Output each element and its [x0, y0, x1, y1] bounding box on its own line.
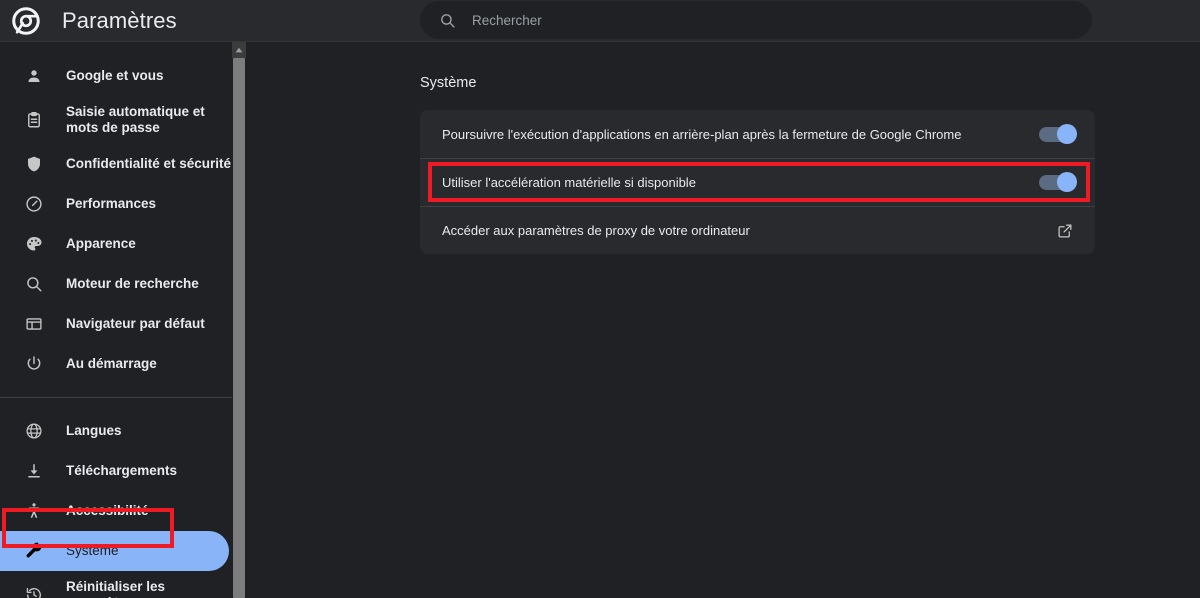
scrollbar-thumb[interactable] [233, 58, 245, 598]
search-icon [24, 274, 44, 294]
app-header: Paramètres [0, 0, 1200, 42]
settings-window: Paramètres Google et vous [0, 0, 1200, 598]
sidebar-item-reinitialiser[interactable]: Réinitialiser les paramètres [0, 571, 232, 598]
section-title: Système [420, 75, 477, 91]
open-in-new-icon[interactable] [1055, 221, 1075, 241]
sidebar-item-label: Performances [66, 196, 157, 211]
search-icon [438, 11, 456, 29]
person-icon [24, 66, 44, 86]
setting-row-proxy-settings[interactable]: Accéder aux paramètres de proxy de votre… [420, 206, 1095, 254]
sidebar-nav: Google et vous Saisie automatique et mot… [0, 42, 232, 598]
sidebar-item-accessibilite[interactable]: Accessibilité [0, 491, 232, 531]
setting-row-hardware-acceleration[interactable]: Utiliser l'accélération matérielle si di… [420, 158, 1095, 206]
sidebar-item-label: Accessibilité [66, 503, 149, 518]
power-icon [24, 354, 44, 374]
page-title: Paramètres [62, 8, 177, 33]
gauge-icon [24, 194, 44, 214]
sidebar-item-label: Système [66, 543, 119, 558]
sidebar-item-label: Langues [66, 423, 122, 438]
sidebar-item-label: Apparence [66, 236, 136, 251]
sidebar-item-label: Navigateur par défaut [66, 316, 205, 331]
sidebar-item-confidentialite[interactable]: Confidentialité et sécurité [0, 144, 232, 184]
browser-window-icon [24, 314, 44, 334]
shield-icon [24, 154, 44, 174]
settings-card: Poursuivre l'exécution d'applications en… [420, 110, 1095, 254]
toggle-knob [1057, 123, 1077, 144]
setting-label: Accéder aux paramètres de proxy de votre… [442, 223, 750, 238]
sidebar-item-label: Confidentialité et sécurité [66, 156, 232, 171]
sidebar-item-performances[interactable]: Performances [0, 184, 232, 224]
sidebar-item-saisie-automatique[interactable]: Saisie automatique et mots de passe [0, 96, 232, 144]
sidebar-item-telechargements[interactable]: Téléchargements [0, 451, 232, 491]
setting-label: Utiliser l'accélération matérielle si di… [442, 175, 696, 190]
download-icon [24, 461, 44, 481]
toggle-hardware-acceleration[interactable] [1039, 172, 1077, 192]
search-bar[interactable] [420, 1, 1092, 39]
sidebar-item-systeme[interactable]: Système [0, 531, 229, 571]
wrench-icon [24, 541, 44, 561]
accessibility-icon [24, 501, 44, 521]
sidebar-item-label: Google et vous [66, 68, 164, 83]
toggle-knob [1057, 172, 1077, 192]
toggle-background-apps[interactable] [1039, 123, 1077, 144]
sidebar-item-label: Au démarrage [66, 356, 157, 371]
sidebar-item-langues[interactable]: Langues [0, 411, 232, 451]
sidebar-item-label: Moteur de recherche [66, 276, 199, 291]
sidebar-divider [0, 397, 232, 398]
sidebar-item-apparence[interactable]: Apparence [0, 224, 232, 264]
sidebar-item-label: Saisie automatique et mots de passe [66, 104, 205, 135]
scroll-up-button[interactable] [232, 42, 246, 58]
sidebar-item-label: Réinitialiser les paramètres [66, 579, 166, 598]
sidebar-item-au-demarrage[interactable]: Au démarrage [0, 344, 232, 384]
clipboard-icon [24, 110, 44, 130]
sidebar-item-navigateur-par-defaut[interactable]: Navigateur par défaut [0, 304, 232, 344]
main-content: Système Poursuivre l'exécution d'applica… [246, 42, 1200, 598]
sidebar-item-google-et-vous[interactable]: Google et vous [0, 56, 232, 96]
setting-row-background-apps[interactable]: Poursuivre l'exécution d'applications en… [420, 110, 1095, 158]
sidebar-group-primary: Google et vous Saisie automatique et mot… [0, 42, 232, 384]
search-input[interactable] [472, 12, 1076, 28]
chrome-logo-icon [10, 5, 42, 37]
palette-icon [24, 234, 44, 254]
sidebar-item-label: Téléchargements [66, 463, 178, 478]
globe-icon [24, 421, 44, 441]
sidebar-group-secondary: Langues Téléchargements Accessibilité Sy… [0, 411, 232, 598]
setting-label: Poursuivre l'exécution d'applications en… [442, 126, 962, 142]
history-restore-icon [24, 585, 44, 598]
sidebar-scrollbar[interactable] [232, 42, 246, 598]
sidebar-item-moteur-de-recherche[interactable]: Moteur de recherche [0, 264, 232, 304]
